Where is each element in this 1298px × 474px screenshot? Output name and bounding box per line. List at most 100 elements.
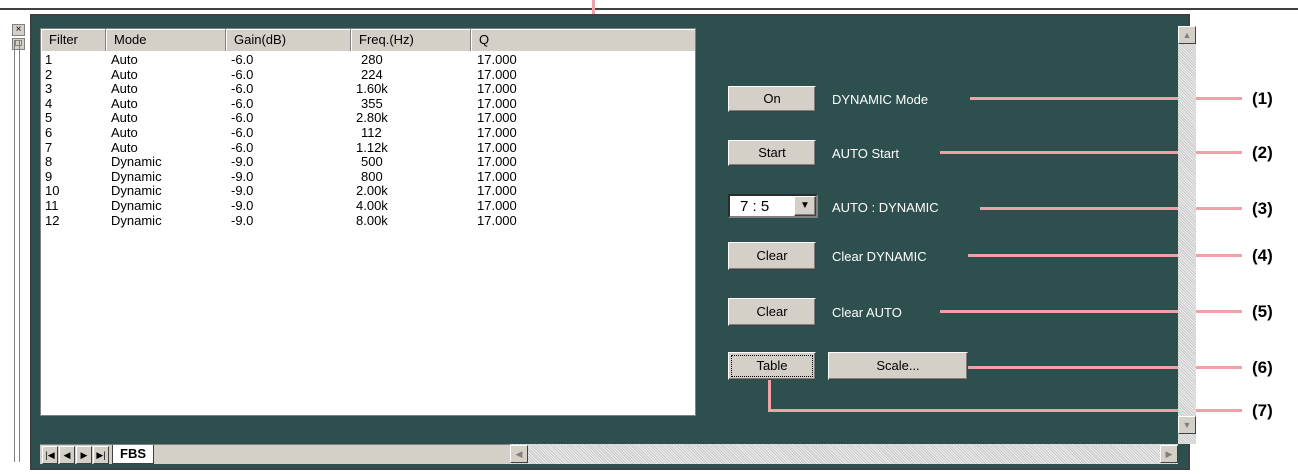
cell-filter: 12 bbox=[45, 212, 60, 228]
cell-mode: Dynamic bbox=[111, 212, 162, 228]
cell-mode: Dynamic bbox=[111, 198, 162, 213]
cell-gain: -6.0 bbox=[231, 139, 254, 155]
cell-gain: -9.0 bbox=[231, 168, 254, 184]
tab-fbs[interactable]: FBS bbox=[112, 445, 154, 464]
table-row[interactable]: 6 Auto -6.0 112 17.000 bbox=[41, 126, 695, 140]
table-row[interactable]: 10 Dynamic -9.0 2.00k 17.000 bbox=[41, 184, 695, 198]
next-sheet-icon[interactable]: ▶ bbox=[76, 446, 92, 464]
table-row[interactable]: 8 Dynamic -9.0 500 17.000 bbox=[41, 155, 695, 169]
cell-filter: 1 bbox=[45, 52, 53, 67]
callout-4: (4) bbox=[1252, 246, 1273, 265]
cell-mode: Auto bbox=[111, 66, 138, 82]
column-header-mode[interactable]: Mode bbox=[106, 29, 226, 51]
cell-filter: 2 bbox=[45, 66, 53, 82]
first-sheet-icon[interactable]: |◀ bbox=[42, 446, 58, 464]
table-row[interactable]: 9 Dynamic -9.0 800 17.000 bbox=[41, 168, 695, 184]
table-row[interactable]: 11 Dynamic -9.0 4.00k 17.000 bbox=[41, 199, 695, 213]
callout-1: (1) bbox=[1252, 89, 1273, 108]
table-row[interactable]: 2 Auto -6.0 224 17.000 bbox=[41, 66, 695, 82]
cell-freq: 224 bbox=[361, 66, 383, 82]
callout-line-5 bbox=[940, 310, 1242, 313]
clear-dynamic-label: Clear DYNAMIC bbox=[832, 249, 927, 264]
cell-filter: 6 bbox=[45, 125, 53, 140]
table-header: Filter Mode Gain(dB) Freq.(Hz) Q bbox=[41, 29, 695, 51]
cell-freq: 8.00k bbox=[356, 212, 388, 228]
cell-q: 17.000 bbox=[477, 110, 517, 126]
cell-q: 17.000 bbox=[477, 66, 517, 82]
cell-mode: Auto bbox=[111, 139, 138, 155]
cell-gain: -6.0 bbox=[231, 110, 254, 126]
clear-dynamic-button[interactable]: Clear bbox=[728, 242, 816, 270]
chevron-down-icon[interactable]: ▼ bbox=[794, 196, 816, 216]
cell-q: 17.000 bbox=[477, 168, 517, 184]
column-header-q[interactable]: Q bbox=[471, 29, 695, 51]
cell-q: 17.000 bbox=[477, 81, 517, 97]
cell-freq: 355 bbox=[361, 95, 383, 111]
cell-filter: 8 bbox=[45, 154, 53, 170]
callout-line-6 bbox=[968, 366, 1242, 369]
cell-mode: Dynamic bbox=[111, 183, 162, 199]
filter-table[interactable]: Filter Mode Gain(dB) Freq.(Hz) Q 1 Auto -6… bbox=[40, 28, 696, 416]
scale-button[interactable]: Scale... bbox=[828, 352, 968, 380]
horizontal-scrollbar[interactable]: ◀ ▶ bbox=[510, 444, 1178, 464]
cell-freq: 800 bbox=[361, 168, 383, 184]
cell-freq: 1.60k bbox=[356, 81, 388, 97]
cell-filter: 5 bbox=[45, 110, 53, 126]
clear-auto-button[interactable]: Clear bbox=[728, 298, 816, 326]
column-header-gain[interactable]: Gain(dB) bbox=[226, 29, 351, 51]
auto-start-button[interactable]: Start bbox=[728, 140, 816, 166]
dynamic-mode-on-button[interactable]: On bbox=[728, 86, 816, 112]
cell-freq: 2.80k bbox=[356, 110, 388, 126]
sheet-tab-bar: |◀ ◀ ▶ ▶| FBS bbox=[40, 444, 510, 464]
callout-line-7 bbox=[768, 409, 1242, 412]
cell-q: 17.000 bbox=[477, 198, 517, 213]
cell-q: 17.000 bbox=[477, 125, 517, 140]
scroll-down-icon[interactable]: ▼ bbox=[1178, 416, 1196, 434]
last-sheet-icon[interactable]: ▶| bbox=[93, 446, 109, 464]
cell-mode: Dynamic bbox=[111, 154, 162, 170]
table-row[interactable]: 4 Auto -6.0 355 17.000 bbox=[41, 95, 695, 111]
callout-line-3 bbox=[980, 207, 1242, 210]
table-row[interactable]: 3 Auto -6.0 1.60k 17.000 bbox=[41, 82, 695, 96]
cell-q: 17.000 bbox=[477, 183, 517, 199]
cell-gain: -9.0 bbox=[231, 154, 254, 170]
vertical-scrollbar[interactable]: ▲ ▼ bbox=[1178, 26, 1196, 444]
prev-sheet-icon[interactable]: ◀ bbox=[59, 446, 75, 464]
scroll-right-icon[interactable]: ▶ bbox=[1160, 445, 1178, 463]
cell-mode: Auto bbox=[111, 95, 138, 111]
cell-freq: 1.12k bbox=[356, 139, 388, 155]
cell-filter: 4 bbox=[45, 95, 53, 111]
window-top-border bbox=[0, 8, 1298, 10]
table-row[interactable]: 7 Auto -6.0 1.12k 17.000 bbox=[41, 139, 695, 155]
table-row[interactable]: 12 Dynamic -9.0 8.00k 17.000 bbox=[41, 212, 695, 228]
cell-mode: Auto bbox=[111, 110, 138, 126]
cell-gain: -6.0 bbox=[231, 125, 254, 140]
table-row[interactable]: 5 Auto -6.0 2.80k 17.000 bbox=[41, 111, 695, 125]
ratio-select[interactable]: 7 : 5 ▼ bbox=[728, 194, 818, 218]
scroll-up-icon[interactable]: ▲ bbox=[1178, 26, 1196, 44]
close-icon[interactable]: × bbox=[12, 24, 25, 36]
cell-freq: 280 bbox=[361, 52, 383, 67]
divider bbox=[14, 40, 15, 462]
clear-auto-label: Clear AUTO bbox=[832, 305, 902, 320]
scroll-left-icon[interactable]: ◀ bbox=[510, 445, 528, 463]
auto-start-label: AUTO Start bbox=[832, 146, 899, 161]
cell-gain: -9.0 bbox=[231, 198, 254, 213]
cell-filter: 3 bbox=[45, 81, 53, 97]
cell-q: 17.000 bbox=[477, 139, 517, 155]
cell-gain: -6.0 bbox=[231, 66, 254, 82]
column-header-filter[interactable]: Filter bbox=[41, 29, 106, 51]
divider bbox=[19, 40, 20, 462]
cell-gain: -6.0 bbox=[231, 81, 254, 97]
cell-mode: Auto bbox=[111, 125, 138, 140]
column-header-freq[interactable]: Freq.(Hz) bbox=[351, 29, 471, 51]
callout-2: (2) bbox=[1252, 143, 1273, 162]
cell-gain: -6.0 bbox=[231, 95, 254, 111]
table-button[interactable]: Table bbox=[728, 352, 816, 380]
cell-filter: 7 bbox=[45, 139, 53, 155]
cell-mode: Auto bbox=[111, 52, 138, 67]
cell-filter: 11 bbox=[45, 198, 59, 213]
callout-5: (5) bbox=[1252, 302, 1273, 321]
table-row[interactable]: 1 Auto -6.0 280 17.000 bbox=[41, 53, 695, 67]
ratio-label: AUTO : DYNAMIC bbox=[832, 200, 939, 215]
